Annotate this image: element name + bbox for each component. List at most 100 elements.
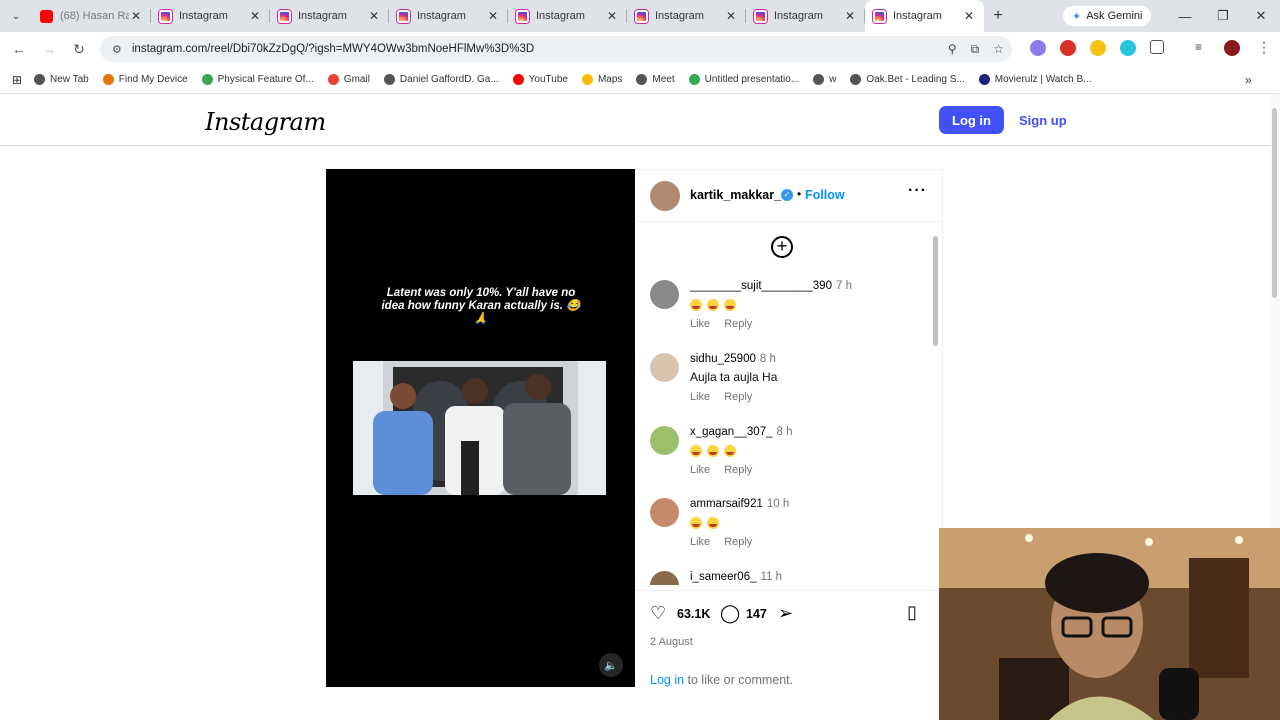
close-tab-icon[interactable]: ✕ [962,9,976,23]
comment-username[interactable]: sidhu_25900 [690,353,756,365]
comment-like-button[interactable]: Like [690,464,710,476]
close-tab-icon[interactable]: ✕ [724,9,738,23]
extension-icon[interactable] [1060,40,1076,56]
browser-tab[interactable]: Instagram ✕ [746,0,865,32]
bookmark-item[interactable]: Physical Feature Of... [201,74,314,85]
minimize-button[interactable]: — [1166,0,1204,32]
bookmark-item[interactable]: Movierulz | Watch B... [978,74,1091,85]
address-bar[interactable]: ⚙ instagram.com/reel/Dbi70kZzDgQ/?igsh=M… [100,36,1012,62]
apps-grid-icon[interactable]: ⊞ [0,73,34,87]
comment-like-button[interactable]: Like [690,318,710,330]
extension-icon[interactable] [1120,40,1136,56]
profile-avatar[interactable] [1224,40,1240,56]
comment-reply-button[interactable]: Reply [724,391,752,403]
comment-reply-button[interactable]: Reply [724,536,752,548]
comment-avatar[interactable] [650,280,679,309]
instagram-icon [635,9,648,23]
restore-button[interactable]: ❐ [1204,0,1242,32]
more-bookmarks-icon[interactable]: » [1245,73,1252,87]
comment-emojis [690,443,741,457]
author-avatar[interactable] [650,181,680,211]
laughing-emoji-icon [724,444,736,457]
close-tab-icon[interactable]: ✕ [843,9,857,23]
reload-button[interactable]: ↻ [64,34,94,64]
zoom-icon[interactable]: ⚲ [948,42,957,56]
browser-tab[interactable]: Instagram ✕ [151,0,270,32]
ask-gemini-label: Ask Gemini [1086,10,1143,22]
author-username[interactable]: kartik_makkar_ [690,188,781,202]
comment-username[interactable]: ________sujit________390 [690,280,832,292]
mute-toggle-icon[interactable]: 🔈 [599,653,623,677]
bookmark-item[interactable]: New Tab [34,74,89,85]
comment-like-button[interactable]: Like [690,391,710,403]
bookmark-item[interactable]: Maps [581,74,622,85]
comment-avatar[interactable] [650,571,679,585]
media-control-icon[interactable]: ≡ [1195,40,1211,56]
bookmark-item[interactable]: Find My Device [102,74,188,85]
comment-icon[interactable]: ◯ [720,603,740,624]
comment-username[interactable]: ammarsaif921 [690,498,763,510]
browser-tab[interactable]: Instagram ✕ [627,0,746,32]
new-tab-button[interactable]: + [984,7,1012,25]
follow-button[interactable]: Follow [805,188,845,202]
bookmark-label: Find My Device [118,74,188,85]
tab-label: Instagram [298,10,347,22]
bookmark-star-icon[interactable]: ☆ [993,42,1004,56]
back-button[interactable]: ← [4,34,34,64]
comment-username[interactable]: x_gagan__307_ [690,426,773,438]
forward-button[interactable]: → [34,34,64,64]
comment-avatar[interactable] [650,498,679,527]
share-send-icon[interactable]: ➢ [778,603,793,624]
bookmark-item[interactable]: Meet [636,74,675,85]
comment-like-button[interactable]: Like [690,536,710,548]
close-tab-icon[interactable]: ✕ [605,9,619,23]
load-more-comments-icon[interactable]: + [771,236,793,258]
bookmark-item[interactable]: Untitled presentatio... [688,74,799,85]
comment-username[interactable]: i_sameer06_ [690,571,756,583]
comment-avatar[interactable] [650,353,679,382]
bookmark-label: Daniel GaffordD. Ga... [399,74,499,85]
login-to-comment: Log in to like or comment. [650,673,793,687]
browser-tab[interactable]: (68) Hasan Ra ✕ [32,0,151,32]
extension-icon[interactable] [1090,40,1106,56]
comment-reply-button[interactable]: Reply [724,464,752,476]
youtube-icon [512,74,524,85]
laughing-emoji-icon [690,298,702,311]
ask-gemini-button[interactable]: ✦ Ask Gemini [1063,6,1152,26]
instagram-icon [159,9,172,23]
extension-icon[interactable] [1030,40,1046,56]
login-link[interactable]: Log in [650,673,684,687]
browser-tab[interactable]: Instagram ✕ [508,0,627,32]
webcam-overlay [939,528,1280,720]
save-bookmark-icon[interactable]: ▯ [907,602,917,623]
install-app-icon[interactable]: ⧉ [971,42,980,57]
close-tab-icon[interactable]: ✕ [129,9,143,23]
movie-icon [978,74,990,85]
comment-reply-button[interactable]: Reply [724,318,752,330]
close-window-button[interactable]: ✕ [1242,0,1280,32]
browser-tab[interactable]: Instagram ✕ [865,0,984,32]
bookmark-item[interactable]: Daniel GaffordD. Ga... [383,74,499,85]
site-info-icon[interactable]: ⚙ [112,43,122,56]
comment-avatar[interactable] [650,426,679,455]
browser-tab[interactable]: Instagram ✕ [270,0,389,32]
globe-icon [813,74,825,85]
like-heart-icon[interactable]: ♡ [650,603,666,624]
tab-search-icon[interactable]: ⌄ [0,0,32,32]
bookmark-item[interactable]: YouTube [512,74,568,85]
bookmark-item[interactable]: Gmail [327,74,370,85]
reel-video[interactable]: Latent was only 10%. Y'all have no idea … [326,169,635,687]
header-login-button[interactable]: Log in [939,106,1004,134]
close-tab-icon[interactable]: ✕ [486,9,500,23]
browser-tab[interactable]: Instagram ✕ [389,0,508,32]
more-options-icon[interactable]: ··· [908,182,927,200]
bookmark-item[interactable]: w [813,74,836,85]
comment-emojis [690,297,741,311]
instagram-logo[interactable]: Instagram [205,108,326,136]
header-signup-link[interactable]: Sign up [1019,113,1067,128]
close-tab-icon[interactable]: ✕ [367,9,381,23]
close-tab-icon[interactable]: ✕ [248,9,262,23]
extensions-puzzle-icon[interactable] [1150,40,1164,54]
bookmark-item[interactable]: Oak.Bet - Leading S... [850,74,965,85]
browser-menu-icon[interactable]: ⋮ [1256,40,1272,56]
